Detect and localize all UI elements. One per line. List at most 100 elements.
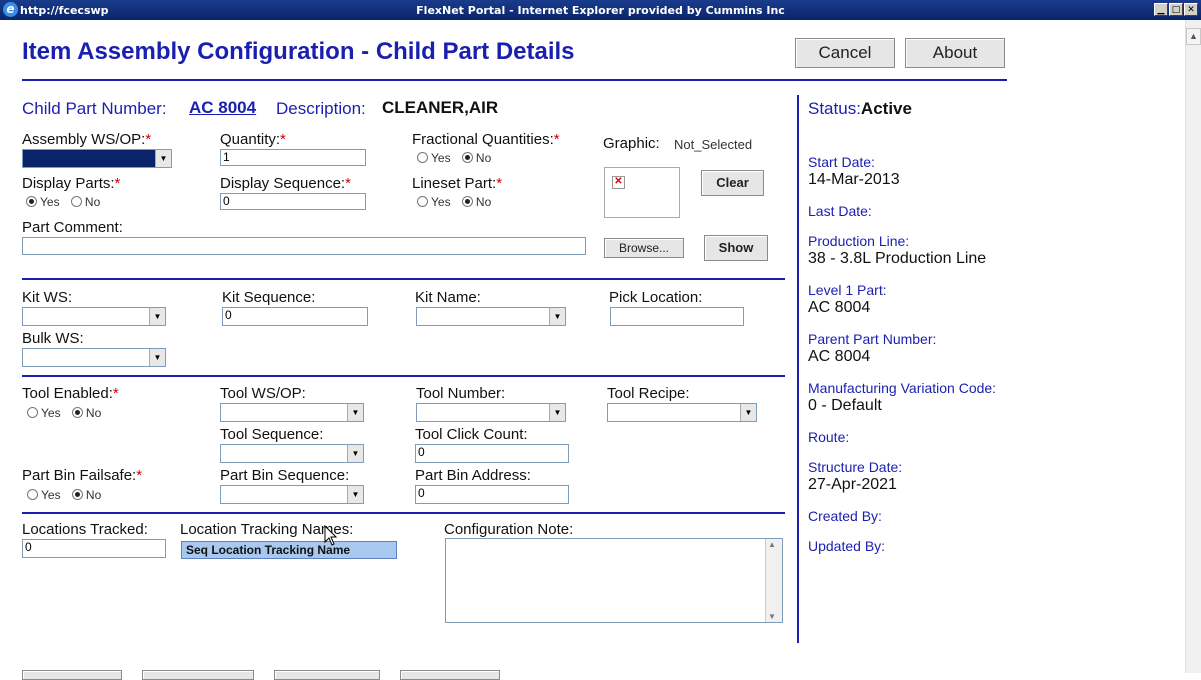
pick-location-input[interactable] bbox=[610, 307, 744, 326]
about-button[interactable]: About bbox=[905, 38, 1005, 68]
lineset-part-radios: Yes No bbox=[417, 195, 499, 209]
tool-recipe-label: Tool Recipe: bbox=[607, 385, 690, 402]
part-bin-failsafe-no-option[interactable]: No bbox=[71, 488, 101, 502]
updated-by-label: Updated By: bbox=[808, 538, 886, 554]
part-bin-sequence-select[interactable]: ▼ bbox=[220, 485, 364, 504]
radio-selected-icon bbox=[461, 152, 473, 163]
page-scrollbar[interactable] bbox=[1185, 20, 1201, 673]
start-date-value: 14-Mar-2013 bbox=[808, 171, 900, 188]
bulk-ws-label: Bulk WS: bbox=[22, 330, 84, 347]
tool-number-select[interactable]: ▼ bbox=[416, 403, 566, 422]
lineset-part-label: Lineset Part:* bbox=[412, 175, 503, 192]
created-by-label: Created By: bbox=[808, 508, 882, 524]
cancel-button[interactable]: Cancel bbox=[795, 38, 895, 68]
structure-date-value: 27-Apr-2021 bbox=[808, 476, 897, 493]
part-comment-input[interactable] bbox=[22, 237, 586, 255]
chevron-down-icon: ▼ bbox=[549, 404, 565, 421]
kit-name-select[interactable]: ▼ bbox=[416, 307, 566, 326]
configuration-note-textarea[interactable]: ▲ ▼ bbox=[445, 538, 783, 623]
tool-ws-op-select[interactable]: ▼ bbox=[220, 403, 364, 422]
display-parts-yes-option[interactable]: Yes bbox=[26, 195, 60, 209]
tool-enabled-no-option[interactable]: No bbox=[71, 406, 101, 420]
tool-recipe-select[interactable]: ▼ bbox=[607, 403, 757, 422]
locations-tracked-input[interactable]: 0 bbox=[22, 539, 166, 558]
display-parts-radios: Yes No bbox=[26, 195, 108, 209]
radio-selected-icon bbox=[71, 489, 83, 500]
tool-enabled-yes-option[interactable]: Yes bbox=[27, 406, 61, 420]
child-part-number-link[interactable]: AC 8004 bbox=[189, 98, 256, 118]
fractional-yes-option[interactable]: Yes bbox=[417, 151, 451, 165]
kit-name-label: Kit Name: bbox=[415, 289, 481, 306]
kit-ws-select[interactable]: ▼ bbox=[22, 307, 166, 326]
close-icon[interactable]: ✕ bbox=[1184, 3, 1198, 16]
mfg-variation-label: Manufacturing Variation Code: bbox=[808, 380, 997, 396]
structure-date-label: Structure Date: bbox=[808, 459, 903, 475]
textarea-scrollbar[interactable]: ▲ ▼ bbox=[765, 539, 782, 622]
quantity-input[interactable]: 1 bbox=[220, 149, 366, 166]
bottom-button-4[interactable] bbox=[400, 670, 500, 680]
chevron-down-icon: ▼ bbox=[549, 308, 565, 325]
tool-number-label: Tool Number: bbox=[416, 385, 506, 402]
clear-button[interactable]: Clear bbox=[701, 170, 764, 196]
bottom-button-3[interactable] bbox=[274, 670, 380, 680]
lineset-no-option[interactable]: No bbox=[461, 195, 491, 209]
level1-part-label: Level 1 Part: bbox=[808, 282, 887, 298]
part-bin-sequence-label: Part Bin Sequence: bbox=[220, 467, 350, 484]
location-tracking-names-header[interactable]: Seq Location Tracking Name bbox=[181, 541, 397, 559]
fractional-quantities-radios: Yes No bbox=[417, 151, 499, 165]
mfg-variation-value: 0 - Default bbox=[808, 397, 882, 414]
radio-icon bbox=[70, 196, 82, 207]
tool-sequence-select[interactable]: ▼ bbox=[220, 444, 364, 463]
configuration-note-label: Configuration Note: bbox=[444, 521, 574, 538]
parent-part-value: AC 8004 bbox=[808, 348, 871, 365]
radio-icon bbox=[417, 152, 428, 163]
start-date-label: Start Date: bbox=[808, 154, 875, 170]
bottom-button-1[interactable] bbox=[22, 670, 122, 680]
radio-selected-icon bbox=[26, 196, 37, 207]
radio-selected-icon bbox=[71, 407, 83, 418]
description-label: Description: bbox=[276, 99, 366, 118]
display-parts-no-option[interactable]: No bbox=[70, 195, 100, 209]
part-bin-address-label: Part Bin Address: bbox=[415, 467, 531, 484]
radio-icon bbox=[27, 489, 38, 500]
bottom-button-2[interactable] bbox=[142, 670, 254, 680]
part-bin-failsafe-label: Part Bin Failsafe:* bbox=[22, 467, 143, 484]
chevron-down-icon: ▼ bbox=[740, 404, 756, 421]
part-bin-address-input[interactable]: 0 bbox=[415, 485, 569, 504]
minimize-icon[interactable]: ▁ bbox=[1154, 3, 1168, 16]
tool-click-count-input[interactable]: 0 bbox=[415, 444, 569, 463]
parent-part-label: Parent Part Number: bbox=[808, 331, 937, 347]
chevron-down-icon: ▼ bbox=[149, 308, 165, 325]
maximize-icon[interactable]: □ bbox=[1169, 3, 1183, 16]
part-comment-label: Part Comment: bbox=[22, 219, 123, 236]
scroll-up-icon[interactable]: ▲ bbox=[768, 540, 776, 549]
browse-button[interactable]: Browse... bbox=[604, 238, 684, 258]
quantity-label: Quantity:* bbox=[220, 131, 286, 148]
chevron-down-icon: ▼ bbox=[347, 445, 363, 462]
route-label: Route: bbox=[808, 429, 850, 445]
display-sequence-label: Display Sequence:* bbox=[220, 175, 351, 192]
production-line-label: Production Line: bbox=[808, 233, 910, 249]
last-date-label: Last Date: bbox=[808, 203, 872, 219]
kit-sequence-input[interactable]: 0 bbox=[222, 307, 368, 326]
bulk-ws-select[interactable]: ▼ bbox=[22, 348, 166, 367]
tool-ws-op-label: Tool WS/OP: bbox=[220, 385, 306, 402]
fractional-quantities-label: Fractional Quantities:* bbox=[412, 131, 560, 148]
scroll-up-icon[interactable]: ▲ bbox=[1186, 28, 1201, 45]
tool-enabled-label: Tool Enabled:* bbox=[22, 385, 119, 402]
description-value: CLEANER,AIR bbox=[382, 98, 499, 117]
tool-click-count-label: Tool Click Count: bbox=[415, 426, 528, 443]
display-sequence-input[interactable]: 0 bbox=[220, 193, 366, 210]
part-bin-failsafe-yes-option[interactable]: Yes bbox=[27, 488, 61, 502]
page-title: Item Assembly Configuration - Child Part… bbox=[22, 38, 575, 65]
assembly-ws-op-label: Assembly WS/OP:* bbox=[22, 131, 152, 148]
assembly-ws-op-select[interactable]: ▼ bbox=[22, 149, 172, 168]
lineset-yes-option[interactable]: Yes bbox=[417, 195, 451, 209]
fractional-no-option[interactable]: No bbox=[461, 151, 491, 165]
scroll-down-icon[interactable]: ▼ bbox=[768, 612, 776, 621]
show-button[interactable]: Show bbox=[704, 235, 768, 261]
status-label: Status:Active bbox=[808, 99, 912, 118]
locations-tracked-label: Locations Tracked: bbox=[22, 521, 148, 538]
window-title: FlexNet Portal - Internet Explorer provi… bbox=[416, 4, 785, 17]
tool-sequence-label: Tool Sequence: bbox=[220, 426, 324, 443]
